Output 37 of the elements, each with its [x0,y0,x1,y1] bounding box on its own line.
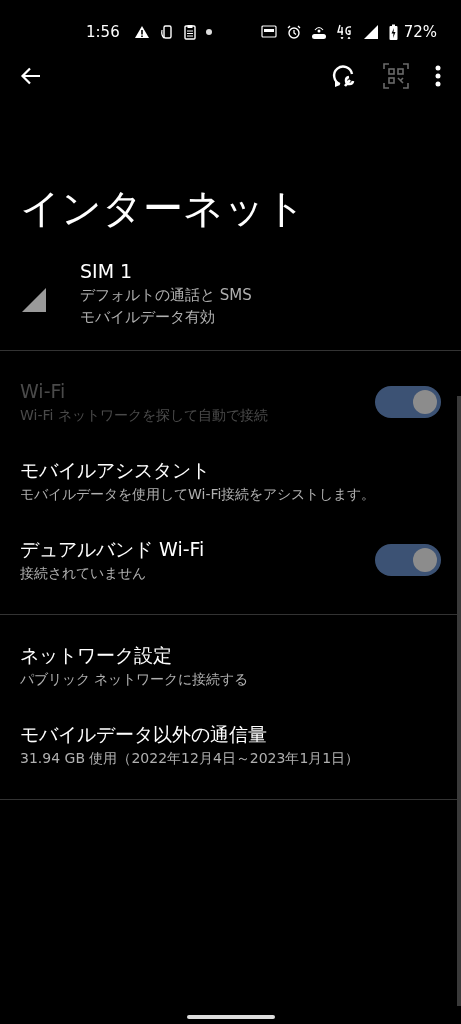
setting-title: デュアルバンド Wi-Fi [20,537,206,562]
qr-code-icon [383,63,409,89]
phone-rotate-icon [159,24,174,40]
setting-title: モバイルアシスタント [20,458,211,483]
warning-icon [133,25,150,39]
setting-summary: 接続されていません [20,564,147,583]
status-time: 1:56 [86,23,120,41]
auto-mode-icon [260,25,277,39]
setting-title: ネットワーク設定 [20,643,173,668]
dot-icon [205,29,212,35]
clipboard-icon [183,24,196,40]
sim-name: SIM 1 [80,259,134,284]
setting-item[interactable]: モバイルデータ以外の通信量 31.94 GB 使用（2022年12月4日～2023年1月1日） [0,706,461,785]
setting-item[interactable]: モバイルアシスタント モバイルデータを使用してWi-Fi接続をアシストします。 [0,442,461,521]
setting-summary: パブリック ネットワークに接続する [20,670,250,689]
battery-percent: 72% [403,23,437,41]
signal-icon [20,286,48,314]
setting-item[interactable]: ネットワーク設定 パブリック ネットワークに接続する [0,627,461,706]
refresh-wrench-icon [331,63,357,89]
network-4g-icon [336,24,353,40]
sim-detail: モバイルデータ有効 [80,307,216,328]
sim-detail: デフォルトの通話と SMS [80,285,253,306]
setting-title: モバイルデータ以外の通信量 [20,722,268,747]
volte-icon [310,24,327,40]
toggle-switch[interactable] [375,544,441,576]
sim-item[interactable]: SIM 1 デフォルトの通話と SMS モバイルデータ有効 [0,234,461,351]
alarm-icon [286,25,301,39]
setting-summary: Wi-Fi ネットワークを探して自動で接続 [20,406,269,425]
signal-icon [362,24,379,40]
setting-title: Wi-Fi [20,379,67,404]
more-vertical-icon [435,65,441,87]
battery-charging-icon [388,24,398,40]
page-title: インターネット [20,184,307,233]
setting-summary: 31.94 GB 使用（2022年12月4日～2023年1月1日） [20,749,361,768]
back-arrow-icon [20,65,42,87]
setting-summary: モバイルデータを使用してWi-Fi接続をアシストします。 [20,485,377,504]
setting-item[interactable]: デュアルバンド Wi-Fi 接続されていません [0,521,461,600]
